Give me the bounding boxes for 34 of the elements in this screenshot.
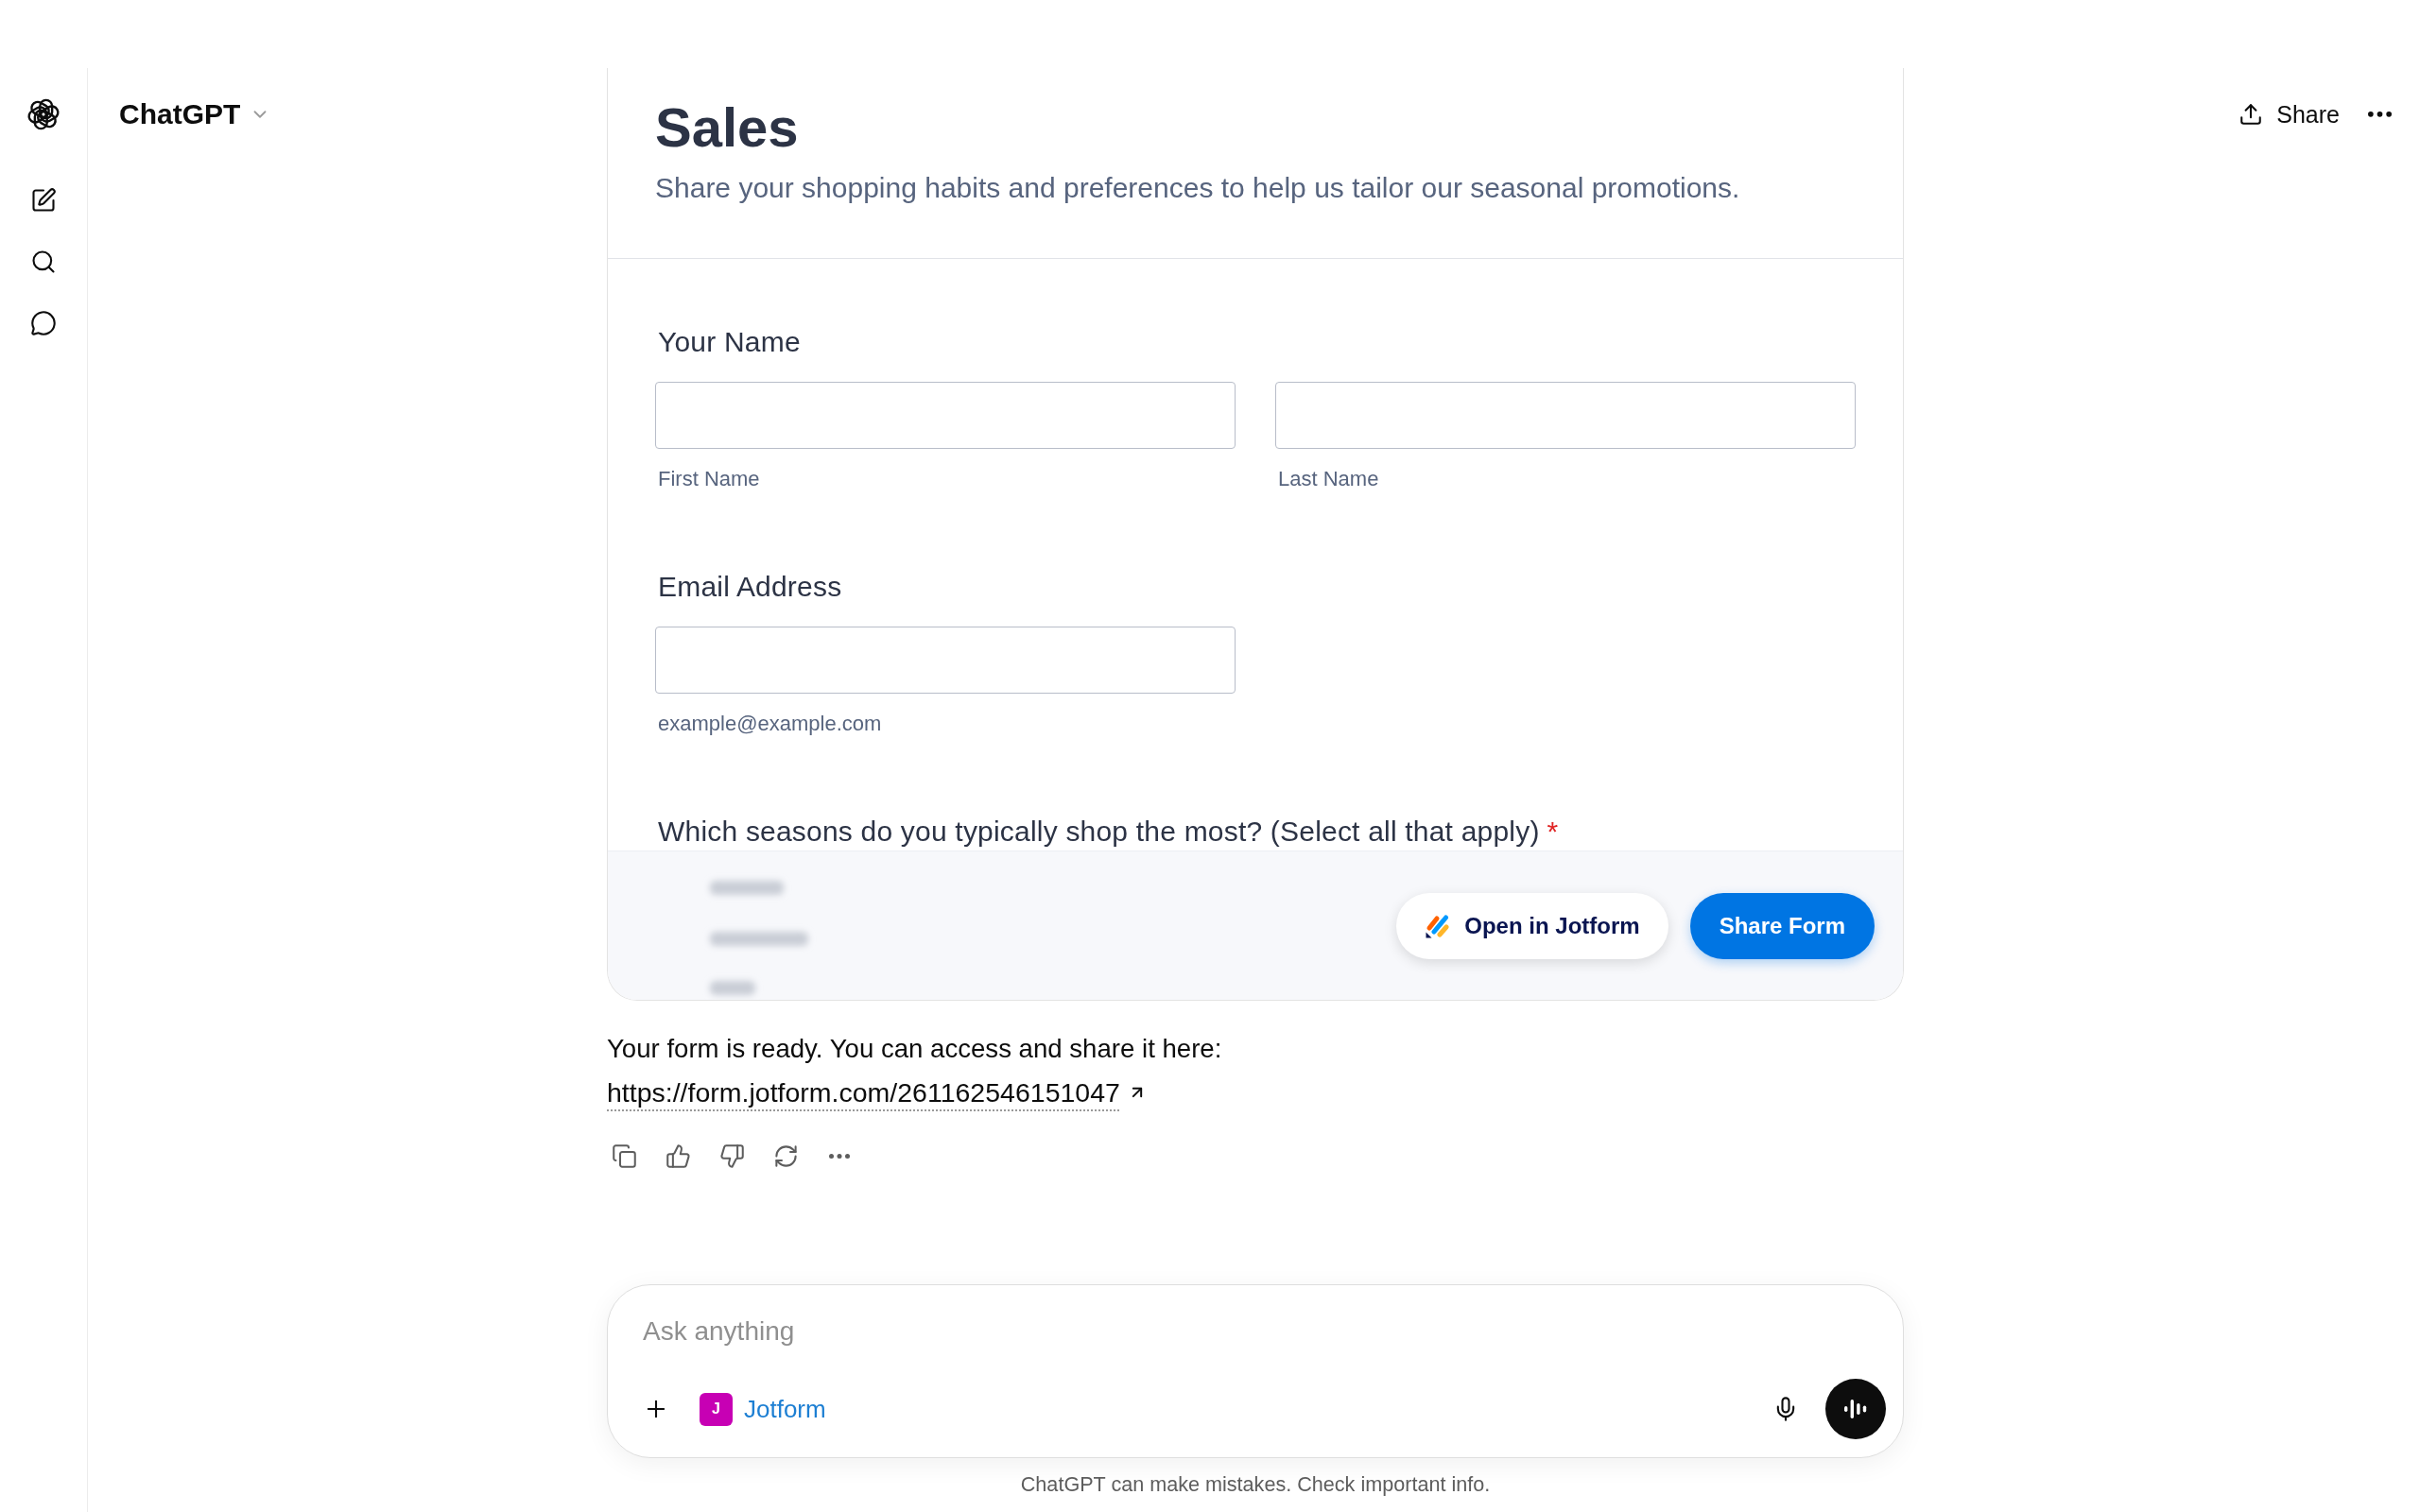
search-icon	[30, 249, 57, 275]
field-sublabel: example@example.com	[657, 711, 883, 737]
app-initial-tile: J	[700, 1392, 733, 1426]
input-field[interactable]	[655, 627, 1236, 694]
open-app-button[interactable]: Open in Jotform	[1396, 892, 1668, 959]
more-icon	[829, 1153, 850, 1159]
more-icon	[2368, 112, 2392, 117]
input-field[interactable]	[1275, 382, 1856, 449]
refresh-icon	[772, 1143, 799, 1169]
striped-logo-icon	[1425, 912, 1452, 939]
form-description: Share your shopping habits and preferences to help us tailor our seasonal promotions.	[655, 171, 1741, 205]
app-chip[interactable]: J Jotform	[700, 1392, 826, 1426]
form-link[interactable]: https://form.jotform.com/261162546151047	[607, 1071, 1147, 1114]
upload-icon	[2238, 102, 2264, 127]
share-button[interactable]: Share	[2238, 95, 2340, 133]
message-input[interactable]: Ask anything	[643, 1314, 1886, 1349]
thumbs-up-icon	[665, 1143, 691, 1169]
field-label: Email Address	[657, 570, 843, 604]
input-field[interactable]	[655, 382, 1236, 449]
field-sublabel: Last Name	[1277, 466, 1380, 492]
knot-logo-icon	[26, 97, 60, 131]
pencil-square-icon	[30, 187, 57, 214]
assistant-message: Your form is ready. You can access and share it here:	[607, 1033, 1223, 1065]
disclaimer-text: ChatGPT can make mistakes. Check important info.	[1020, 1472, 1491, 1496]
question-label: Which seasons do you typically shop the most? (Select all that apply) *	[657, 815, 1560, 849]
speech-bubble-icon	[30, 310, 57, 336]
share-form-button[interactable]: Share Form	[1689, 892, 1875, 959]
model-switcher[interactable]: ChatGPT	[119, 95, 271, 133]
field-sublabel: First Name	[657, 466, 761, 492]
sound-wave-icon	[1843, 1399, 1868, 1419]
thumbs-down-icon	[718, 1143, 745, 1169]
form-title: Sales	[655, 95, 800, 160]
copy-icon	[611, 1143, 637, 1169]
field-label: Your Name	[657, 325, 802, 359]
